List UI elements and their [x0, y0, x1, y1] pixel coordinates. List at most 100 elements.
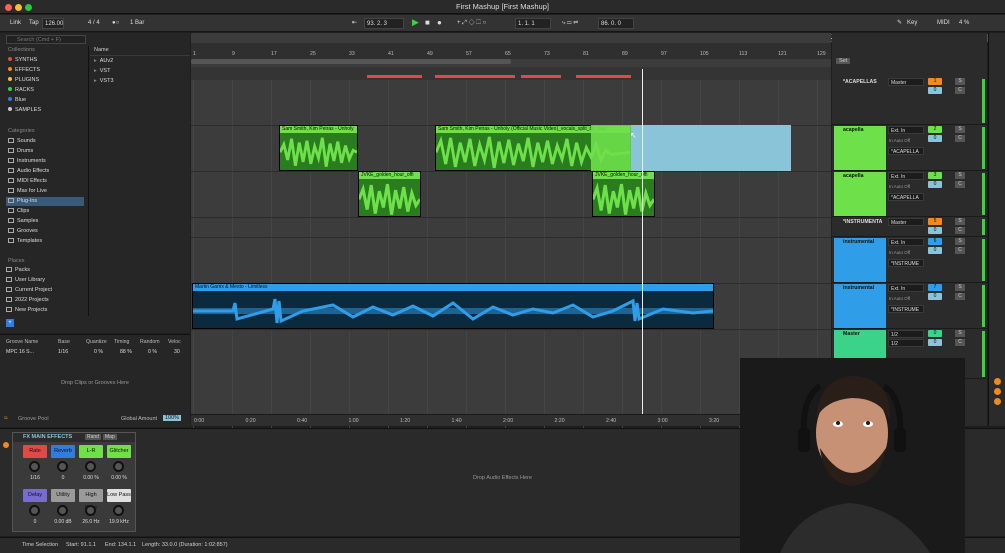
- category-item[interactable]: Max for Live: [6, 187, 84, 196]
- pan-field[interactable]: C: [955, 339, 965, 346]
- output-routing-select[interactable]: Ext. In: [888, 126, 924, 134]
- track-number-button[interactable]: 5: [928, 218, 942, 225]
- input-routing-select[interactable]: *ACAPELLA: [888, 147, 924, 155]
- solo-button[interactable]: S: [955, 218, 965, 225]
- volume-field[interactable]: 0: [928, 293, 942, 300]
- groove-cell[interactable]: 0 %: [94, 349, 103, 355]
- track-number-button[interactable]: 7: [928, 284, 942, 291]
- collection-item[interactable]: SAMPLES: [8, 106, 41, 115]
- rand-button[interactable]: Rand: [85, 434, 101, 440]
- tap-button[interactable]: Tap: [27, 18, 41, 29]
- monitor-buttons[interactable]: In Auto Off: [889, 184, 910, 189]
- macro-toggle-button[interactable]: Delay: [23, 489, 47, 502]
- category-item[interactable]: Drums: [6, 147, 84, 156]
- track-name[interactable]: acapella: [834, 126, 886, 170]
- macro-knob[interactable]: [57, 461, 68, 472]
- playhead[interactable]: [642, 69, 643, 426]
- effect-rack[interactable]: FX MAIN EFFECTS Rand Map Rate 1/16 Reverb 0…: [12, 432, 136, 532]
- record-arm-icon[interactable]: [994, 378, 1001, 385]
- macro-knob[interactable]: [29, 505, 40, 516]
- output-routing-select[interactable]: 1/2: [888, 330, 924, 338]
- macro-toggle-button[interactable]: L-R: [79, 445, 103, 458]
- output-routing-select[interactable]: Master: [888, 218, 924, 226]
- macro-knob[interactable]: [29, 461, 40, 472]
- collection-item[interactable]: SYNTHS: [8, 56, 37, 65]
- browser-name-item[interactable]: ▸ VST: [94, 67, 110, 76]
- time-signature-field[interactable]: 4 / 4: [86, 18, 102, 29]
- audio-clip-acapella[interactable]: Sam Smith, Kim Petras - Unholy: [279, 125, 358, 171]
- audio-clip-acapella[interactable]: JVKE_golden_hour_offi: [592, 171, 655, 217]
- browser-search-input[interactable]: Search (Cmd + F): [6, 35, 86, 44]
- output-channel-select[interactable]: 1/2: [888, 339, 924, 347]
- groove-cell[interactable]: 88 %: [120, 349, 132, 355]
- pencil-icon[interactable]: ✎: [895, 18, 904, 29]
- solo-button[interactable]: S: [955, 330, 965, 337]
- macro-toggle-button[interactable]: Rate: [23, 445, 47, 458]
- browser-name-item[interactable]: ▸ VST3: [94, 77, 114, 86]
- place-item[interactable]: User Library: [6, 276, 45, 285]
- track-name[interactable]: *INSTRUMENTA: [834, 218, 886, 226]
- browser-name-item[interactable]: ▸ AUv2: [94, 57, 113, 66]
- volume-field[interactable]: 0: [928, 135, 942, 142]
- loop-start-field[interactable]: 1. 1. 1: [515, 18, 551, 29]
- volume-field[interactable]: 0: [928, 339, 942, 346]
- macro-knob[interactable]: [85, 505, 96, 516]
- loop-icon[interactable]: ⤷ ▭ ⇄: [560, 18, 580, 29]
- set-button[interactable]: Set: [836, 58, 851, 64]
- place-item[interactable]: 2022 Projects: [6, 296, 49, 305]
- category-item[interactable]: Templates: [6, 237, 84, 246]
- output-routing-select[interactable]: Ext. In: [888, 284, 924, 292]
- solo-button[interactable]: S: [955, 126, 965, 133]
- pan-field[interactable]: C: [955, 227, 965, 234]
- macro-knob[interactable]: [113, 461, 124, 472]
- solo-button[interactable]: S: [955, 172, 965, 179]
- track-number-button[interactable]: 6: [928, 238, 942, 245]
- link-button[interactable]: Link: [8, 18, 23, 29]
- volume-field[interactable]: 0: [928, 247, 942, 254]
- arrangement-view[interactable]: 1 9 17 25 33 41 49 57 65 73 81 89 97 105 113 121 129 Sam…: [191, 33, 831, 473]
- audio-clip-instrumental[interactable]: Martin Garrix & Mesto - Limitless: [192, 283, 714, 329]
- track-number-button[interactable]: 1: [928, 78, 942, 85]
- track-name[interactable]: instrumental: [834, 284, 886, 328]
- collection-item[interactable]: EFFECTS: [8, 66, 40, 75]
- track-number-button[interactable]: 2: [928, 126, 942, 133]
- overdub-icon[interactable]: + ⤢ ◇ ⬚ ○: [455, 18, 488, 29]
- track-name[interactable]: acapella: [834, 172, 886, 216]
- time-ruler[interactable]: 0:00 0:20 0:40 1:00 1:20 1:40 2:00 2:20 2:40 3:00…: [191, 414, 831, 426]
- volume-field[interactable]: 0: [928, 181, 942, 188]
- loop-length-field[interactable]: 86. 0. 0: [598, 18, 634, 29]
- macro-toggle-button[interactable]: Glitcher: [107, 445, 131, 458]
- solo-button[interactable]: S: [955, 284, 965, 291]
- category-item[interactable]: Sounds: [6, 137, 84, 146]
- track-name[interactable]: instrumental: [834, 238, 886, 282]
- place-item[interactable]: New Projects: [6, 306, 47, 315]
- metronome-icon[interactable]: ●○: [110, 18, 121, 29]
- collection-item[interactable]: PLUGINS: [8, 76, 39, 85]
- category-item[interactable]: Samples: [6, 217, 84, 226]
- tempo-field[interactable]: 126.00: [42, 18, 64, 29]
- macro-toggle-button[interactable]: Utility: [51, 489, 75, 502]
- scrollbar[interactable]: [191, 59, 511, 64]
- follow-icon[interactable]: ⇤: [350, 18, 359, 29]
- stop-icon[interactable]: ■: [423, 17, 432, 28]
- place-item[interactable]: Packs: [6, 266, 30, 275]
- add-folder-icon[interactable]: +: [6, 319, 14, 327]
- midi-map-button[interactable]: MIDI: [935, 18, 952, 29]
- device-on-icon[interactable]: [3, 442, 9, 448]
- output-routing-select[interactable]: Ext. In: [888, 172, 924, 180]
- solo-button[interactable]: S: [955, 238, 965, 245]
- monitor-buttons[interactable]: In Auto Off: [889, 296, 910, 301]
- map-button[interactable]: Map: [103, 434, 117, 440]
- macro-knob[interactable]: [113, 505, 124, 516]
- volume-field[interactable]: 0: [928, 87, 942, 94]
- track-number-button[interactable]: 0: [928, 330, 942, 337]
- pan-field[interactable]: C: [955, 247, 965, 254]
- output-routing-select[interactable]: Master: [888, 78, 924, 86]
- global-amount-field[interactable]: 100%: [163, 415, 182, 421]
- audio-clip-acapella[interactable]: JVKE_golden_hour_offi: [358, 171, 421, 217]
- macro-knob[interactable]: [85, 461, 96, 472]
- solo-icon[interactable]: [994, 388, 1001, 395]
- macro-toggle-button[interactable]: Low Pass: [107, 489, 131, 502]
- category-item[interactable]: Grooves: [6, 227, 84, 236]
- category-item[interactable]: MIDI Effects: [6, 177, 84, 186]
